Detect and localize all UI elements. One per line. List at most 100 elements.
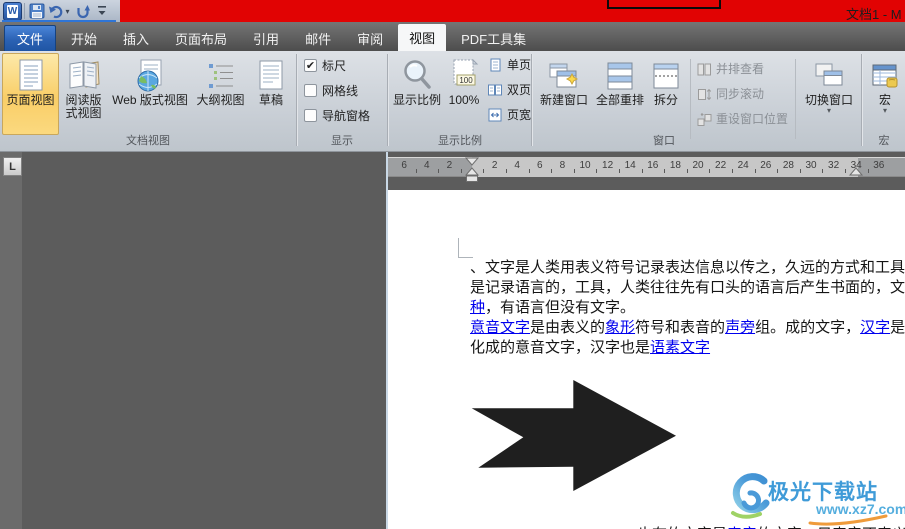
ruler-checkbox-row[interactable]: ✔ 标尺 — [304, 56, 346, 74]
zoom-100-button[interactable]: 100 100% — [444, 53, 484, 135]
group-separator — [387, 54, 388, 146]
tab-view[interactable]: 视图 — [398, 24, 447, 51]
ruler-tick — [731, 169, 733, 173]
ruler-number: 4 — [514, 160, 520, 171]
read-view-icon — [67, 57, 101, 94]
view-side-by-side-button[interactable]: 并排查看 — [695, 59, 766, 79]
page-width-icon — [488, 108, 502, 122]
navigation-pane-checkbox-row[interactable]: 导航窗格 — [304, 106, 370, 124]
two-pages-button[interactable]: 双页 — [485, 80, 533, 100]
synchronous-scrolling-button[interactable]: 同步滚动 — [695, 84, 766, 104]
split-button[interactable]: 拆分 — [647, 53, 685, 135]
two-pages-icon — [488, 84, 502, 96]
text-line: 意音文字是由表义的象形符号和表音的声旁组。成的文字，汉字是由表形文字进 — [470, 318, 905, 338]
zoom-100-icon: 100 — [449, 57, 479, 94]
save-icon — [29, 3, 45, 19]
ribbon-tab-bar: 文件 开始 插入 页面布局 引用 邮件 审阅 视图 PDF工具集 — [0, 22, 905, 51]
customize-quick-access-icon — [98, 6, 106, 15]
new-window-button[interactable]: 新建窗口 — [536, 53, 592, 135]
group-separator — [861, 54, 862, 146]
ruler-checkbox[interactable]: ✔ — [304, 58, 317, 72]
hyperlink[interactable]: 汉字 — [860, 319, 890, 336]
macros-button[interactable]: 宏 ▾ — [868, 53, 902, 135]
ruler-number: 16 — [647, 160, 659, 171]
ruler-tick — [686, 169, 688, 173]
document-area: L 6 4 2 2 4 6 8 10 12 14 16 18 20 22 24 26 28 30 32 34 36 、文… — [0, 152, 905, 529]
hanging-indent-marker[interactable] — [464, 167, 480, 176]
ruler-number: 2 — [446, 160, 453, 171]
left-indent-marker[interactable] — [466, 175, 478, 182]
ruler-tick — [618, 169, 620, 173]
ruler-tick — [460, 169, 462, 173]
zoom-100-badge: 100 — [459, 76, 473, 85]
first-line-indent-marker[interactable] — [464, 157, 480, 166]
page-canvas[interactable]: 、文字是人类用表义符号记录表达信息以传之，久远的方式和工具。现代文字多是记录语言… — [388, 190, 905, 529]
word-app-icon[interactable]: W — [3, 2, 22, 21]
arrange-all-label: 全部重排 — [595, 93, 644, 107]
undo-dropdown[interactable]: ▾ — [63, 2, 72, 20]
ruler-tick — [641, 169, 643, 173]
zoom-100-label: 100% — [448, 93, 480, 107]
horizontal-ruler[interactable]: 6 4 2 2 4 6 8 10 12 14 16 18 20 22 24 26 28 30 32 34 36 — [388, 157, 905, 182]
hyperlink[interactable]: 声旁 — [725, 319, 755, 336]
arrange-all-button[interactable]: 全部重排 — [592, 53, 648, 135]
group-label-zoom: 显示比例 — [438, 135, 482, 147]
ruler-tick — [664, 169, 666, 173]
page-view-button[interactable]: 页面视图 — [2, 53, 59, 135]
gridlines-checkbox-label: 网格线 — [322, 83, 359, 98]
page-width-button[interactable]: 页宽 — [485, 105, 533, 125]
tab-file[interactable]: 文件 — [4, 25, 56, 51]
tab-page-layout[interactable]: 页面布局 — [164, 25, 238, 51]
group-zoom: 显示比例 100 100% 单页 双页 页宽 显示比例 — [389, 51, 531, 151]
undo-caret-icon: ▾ — [65, 6, 70, 16]
web-view-button[interactable]: Web 版式视图 — [108, 53, 192, 135]
reset-window-position-button[interactable]: 重设窗口位置 — [695, 109, 790, 129]
ruler-tick — [822, 169, 824, 173]
ruler-tick — [754, 169, 756, 173]
undo-button[interactable] — [47, 2, 63, 20]
ruler-number: 36 — [873, 160, 885, 171]
outline-view-label: 大纲视图 — [196, 93, 245, 107]
tab-mailings[interactable]: 邮件 — [294, 25, 342, 51]
one-page-icon — [490, 58, 501, 72]
draft-view-button[interactable]: 草稿 — [249, 53, 293, 135]
two-pages-label: 双页 — [507, 82, 532, 97]
reset-window-position-icon — [697, 112, 712, 126]
navigation-pane-checkbox[interactable] — [304, 108, 317, 122]
outline-view-button[interactable]: 大纲视图 — [193, 53, 248, 135]
hyperlink[interactable]: 意音文字 — [470, 319, 530, 336]
redo-button[interactable] — [74, 2, 91, 20]
hyperlink[interactable]: 种 — [470, 299, 485, 316]
hyperlink[interactable]: 语素文字 — [650, 339, 710, 356]
redo-icon — [77, 4, 90, 18]
zoom-button-label: 显示比例 — [392, 93, 441, 107]
ruler-tick — [573, 169, 575, 173]
save-button[interactable] — [28, 2, 46, 20]
view-side-by-side-icon — [697, 63, 711, 75]
watermark-logo-icon — [731, 473, 770, 519]
notched-right-arrow-shape[interactable] — [460, 370, 685, 500]
tab-insert[interactable]: 插入 — [112, 25, 160, 51]
tab-references[interactable]: 引用 — [242, 25, 290, 51]
tab-home[interactable]: 开始 — [60, 25, 108, 51]
switch-windows-button[interactable]: 切换窗口 ▾ — [801, 53, 857, 135]
tab-review[interactable]: 审阅 — [346, 25, 394, 51]
gridlines-checkbox[interactable] — [304, 83, 317, 97]
gridlines-checkbox-row[interactable]: 网格线 — [304, 81, 358, 99]
group-document-views: 页面视图 阅读版式视图 Web 版式视图 大纲视图 草稿 文档视图 — [0, 51, 296, 151]
new-window-label: 新建窗口 — [539, 93, 588, 107]
zoom-button[interactable]: 显示比例 — [391, 53, 443, 135]
ruler-number: 20 — [692, 160, 704, 171]
tab-pdf-tools[interactable]: PDF工具集 — [450, 25, 537, 51]
hyperlink[interactable]: 象形 — [605, 319, 635, 336]
outline-view-icon — [206, 57, 236, 94]
one-page-button[interactable]: 单页 — [485, 55, 533, 75]
read-view-button[interactable]: 阅读版式视图 — [60, 53, 107, 135]
subgroup-separator — [690, 59, 691, 139]
customize-quick-access-button[interactable] — [94, 2, 110, 20]
group-separator — [531, 54, 532, 146]
tab-stop-selector[interactable]: L — [3, 157, 22, 176]
ruler-checkbox-label: 标尺 — [322, 58, 347, 73]
ruler-number: 22 — [715, 160, 727, 171]
ruler-number: 26 — [760, 160, 772, 171]
